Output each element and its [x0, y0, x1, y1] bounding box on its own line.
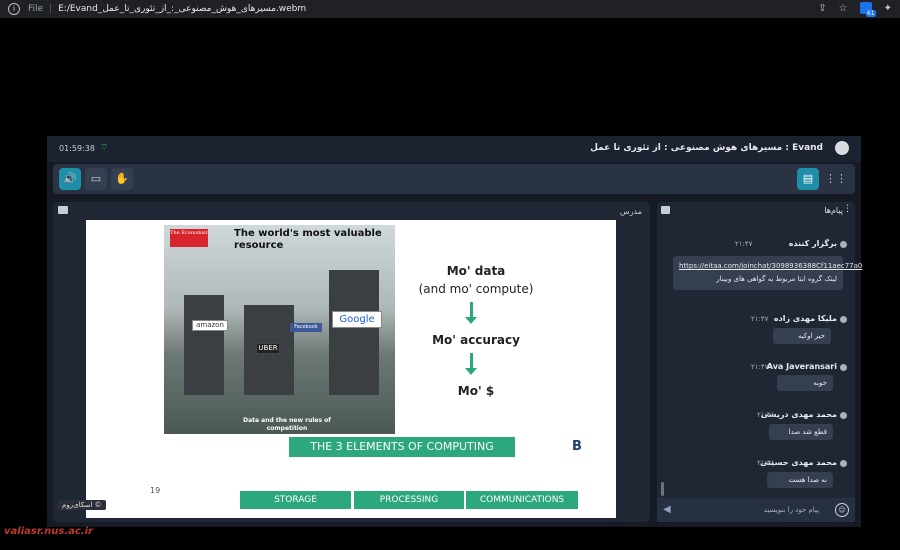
bookmark-star-icon[interactable]: ☆ [839, 3, 848, 14]
brand-label: Google [332, 311, 382, 328]
message-bubble: قطع شد صدا [769, 424, 833, 440]
user-icon [840, 241, 847, 248]
mo-accuracy-text: Mo' accuracy [432, 333, 520, 347]
message-bubble: خوبه [777, 375, 833, 391]
screen-icon[interactable] [58, 206, 68, 214]
webinar-app: 01:59:38 ⌔ Evand : مسیرهای هوش مصنوعی : … [47, 136, 862, 527]
magazine-caption: Data and the new rules of competition [243, 417, 331, 432]
file-label: File [28, 4, 44, 14]
extension-icon[interactable]: 61 [859, 2, 876, 17]
extensions-puzzle-icon[interactable]: ✦ [884, 3, 892, 14]
message-time: ۲۱:۴۷ [751, 363, 769, 371]
user-icon [840, 316, 847, 323]
info-icon[interactable]: i [8, 3, 20, 15]
grid-icon: ⋮⋮ [825, 172, 847, 185]
extension-badge: 61 [865, 10, 876, 17]
chat-title: پیام‌ها [824, 206, 843, 215]
browser-address-bar: i File | E:/Evand_مسیرهای_هوش_مصنوعی_:_ا… [0, 0, 900, 18]
elements-banner: THE 3 ELEMENTS OF COMPUTING [289, 437, 515, 457]
message-bubble: نه صدا هست [767, 472, 833, 488]
speaker-button[interactable]: 🔊 [59, 168, 81, 190]
processing-tag: PROCESSING [354, 491, 464, 509]
user-icon [840, 412, 847, 419]
chat-input-bar: ◀ پیام خود را بنویسید ☺ [657, 498, 855, 522]
chat-scrollbar[interactable] [661, 482, 664, 496]
oil-rig [329, 270, 379, 395]
message-time: ۲۱:۴۷ [751, 315, 769, 323]
message-link[interactable]: https://eitaa.com/joinchat/3098936388Cf1… [679, 262, 862, 270]
communications-tag: COMMUNICATIONS [466, 491, 578, 509]
share-icon[interactable]: ⇪ [818, 3, 826, 14]
window-button[interactable]: ▭ [85, 168, 107, 190]
session-clock: 01:59:38 [59, 144, 95, 153]
message-bubble: https://eitaa.com/joinchat/3098936388Cf1… [673, 256, 862, 290]
mo-compute-text: (and mo' compute) [418, 282, 534, 296]
send-icon[interactable]: ◀ [663, 504, 671, 515]
toolbar: 🔊 ▭ ✋ ▤ ⋮⋮ [53, 164, 855, 194]
speaker-icon: 🔊 [63, 172, 77, 185]
message-time: ۲۱:۴۸ [757, 411, 775, 419]
brand-label: Facebook [290, 323, 322, 332]
brand-label: UBER [256, 343, 280, 354]
mo-money-text: Mo' $ [457, 384, 495, 398]
raise-hand-button[interactable]: ✋ [111, 168, 133, 190]
presenter-label: مدرس [619, 207, 642, 216]
message-time: ۲۱:۴۸ [757, 459, 775, 467]
arrow-head-icon [465, 368, 477, 375]
app-topbar: 01:59:38 ⌔ Evand : مسیرهای هوش مصنوعی : … [47, 136, 861, 162]
magazine-cover-image: The Economist The world's most valuable … [164, 225, 395, 434]
wifi-icon: ⌔ [100, 143, 109, 153]
mo-data-text: Mo' data [446, 264, 506, 278]
skyroom-brand: اسکای‌روم © [58, 500, 106, 510]
browser-actions: ⇪ ☆ 61 ✦ [818, 2, 892, 17]
storage-tag: STORAGE [240, 491, 351, 509]
chat-panel: پیام‌ها ⋮ برگزار کننده ۲۱:۴۷ https://eit… [657, 202, 862, 522]
emoji-icon[interactable]: ☺ [835, 503, 849, 517]
message-author: Ava Javeransari [766, 362, 837, 371]
brand-label: amazon [192, 320, 228, 331]
slide-page-number: 19 [150, 486, 161, 495]
slide-logo: B [572, 439, 582, 454]
separator: | [49, 4, 53, 14]
window-icon: ▭ [90, 172, 102, 185]
message-author: ملیکا مهدی زاده [773, 314, 837, 323]
chat-bubble-icon [661, 206, 670, 214]
chat-icon: ▤ [802, 172, 814, 185]
app-title: Evand : مسیرهای هوش مصنوعی : از تئوری تا… [590, 143, 823, 153]
shared-slide: The Economist The world's most valuable … [86, 220, 616, 518]
down-arrow-icon [470, 302, 473, 318]
message-text: لینک گروه ایتا مربوط به گواهی های وبینار [716, 275, 837, 283]
apps-grid-button[interactable]: ⋮⋮ [825, 168, 847, 190]
arrow-head-icon [465, 317, 477, 324]
message-time: ۲۱:۴۷ [735, 240, 753, 248]
down-arrow-icon [470, 353, 473, 369]
avatar[interactable] [835, 141, 849, 155]
oil-rig [184, 295, 224, 395]
user-icon [840, 460, 847, 467]
magazine-headline: The world's most valuable resource [234, 228, 382, 251]
chat-input[interactable]: پیام خود را بنویسید [764, 506, 819, 514]
chat-header: پیام‌ها ⋮ [657, 202, 855, 218]
presenter-panel: مدرس The Economist The world's most valu… [53, 202, 650, 522]
hand-icon: ✋ [115, 172, 129, 185]
more-options-icon[interactable]: ⋮ [843, 204, 852, 214]
chat-toggle-button[interactable]: ▤ [797, 168, 819, 190]
user-icon [840, 364, 847, 371]
watermark: valiasr.nus.ac.ir [4, 526, 93, 537]
message-bubble: خیر اوکیه [773, 328, 831, 344]
url-text[interactable]: E:/Evand_مسیرهای_هوش_مصنوعی_:_از_تئوری_ت… [58, 4, 306, 14]
magazine-logo: The Economist [170, 229, 208, 247]
message-author: برگزار کننده [788, 239, 837, 248]
